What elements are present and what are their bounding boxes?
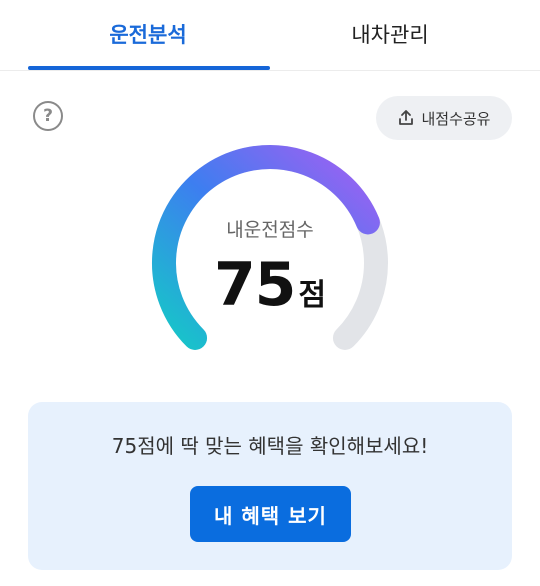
score-value: 75 점 (170, 250, 370, 320)
score-unit: 점 (298, 278, 327, 313)
score-gauge (152, 145, 388, 350)
benefit-promo-text: 75점에 딱 맞는 혜택을 확인해보세요! (111, 434, 429, 458)
view-my-benefits-button[interactable]: 내 혜택 보기 (190, 486, 351, 542)
benefit-promo-card: 75점에 딱 맞는 혜택을 확인해보세요! 내 혜택 보기 (28, 402, 512, 570)
score-number: 75 (213, 250, 296, 320)
score-label: 내운전점수 (226, 219, 314, 241)
